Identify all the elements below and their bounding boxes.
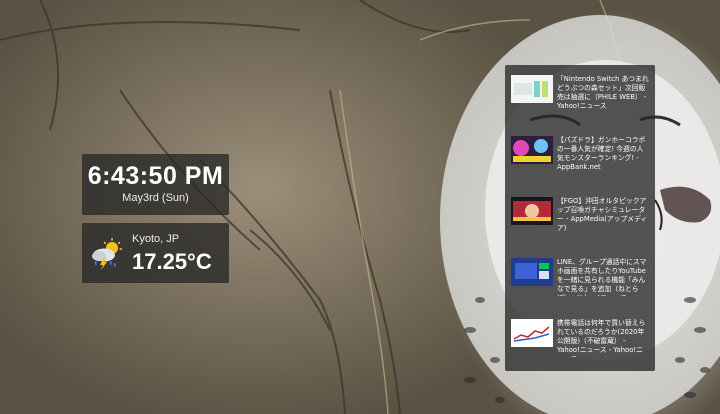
switch-thumbnail [511, 75, 553, 103]
clock-widget: 6:43:50 PM May3rd (Sun) [82, 154, 229, 215]
fgo-thumbnail [511, 197, 553, 225]
news-item[interactable]: 【パズドラ】ガンホーコラボの一番人気が確定! 今週の人気モンスターランキング! … [511, 136, 651, 176]
news-headline: 携帯電話は何年で買い替えられているのだろうか(2020年公開版)（不破雷蔵） -… [557, 319, 646, 357]
weather-temperature: 17.25°C [132, 249, 212, 274]
news-item[interactable]: 携帯電話は何年で買い替えられているのだろうか(2020年公開版)（不破雷蔵） -… [511, 319, 651, 359]
news-headline: LINE、グループ通話中にスマホ画面を共有したりYouTubeを一緒に見られる機… [557, 258, 647, 296]
clock-date: May3rd (Sun) [122, 192, 189, 204]
news-item[interactable]: 【FGO】沖田オルタピックアップ召喚ガチャシミュレーター - AppMedia(… [511, 197, 651, 237]
weather-widget: Kyoto, JP 17.25°C [82, 223, 229, 283]
news-headline: 「Nintendo Switch あつまれ どうぶつの森セット」次回販売は抽選に… [557, 75, 649, 110]
weather-city: Kyoto, JP [132, 233, 180, 245]
news-feed-panel: 「Nintendo Switch あつまれ どうぶつの森セット」次回販売は抽選に… [505, 65, 655, 371]
thunderstorm-sun-icon [92, 238, 122, 270]
puzzle-dragons-thumbnail [511, 136, 553, 164]
news-headline: 【パズドラ】ガンホーコラボの一番人気が確定! 今週の人気モンスターランキング! … [557, 136, 646, 171]
clock-time: 6:43:50 PM [87, 162, 224, 190]
line-thumbnail [511, 258, 553, 286]
news-item[interactable]: 「Nintendo Switch あつまれ どうぶつの森セット」次回販売は抽選に… [511, 75, 651, 115]
news-headline: 【FGO】沖田オルタピックアップ召喚ガチャシミュレーター - AppMedia(… [557, 197, 648, 232]
phone-chart-thumbnail [511, 319, 553, 347]
news-item[interactable]: LINE、グループ通話中にスマホ画面を共有したりYouTubeを一緒に見られる機… [511, 258, 651, 298]
